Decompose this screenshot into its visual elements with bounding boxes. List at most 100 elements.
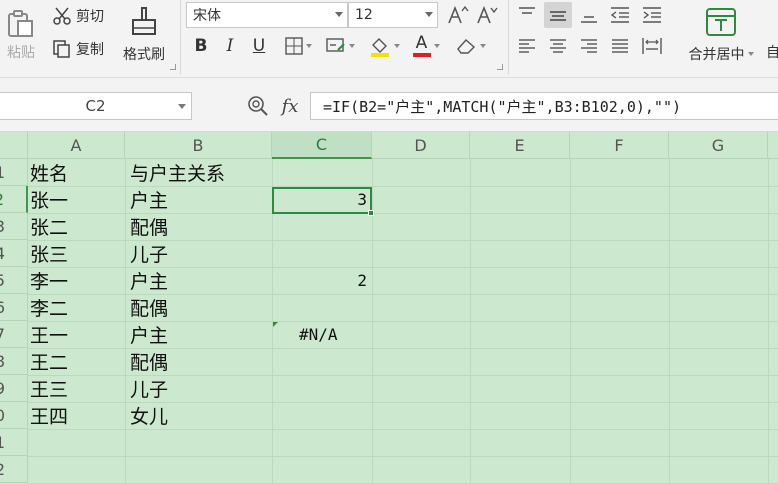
font-size-select[interactable]: 12	[348, 2, 438, 28]
column-header-d[interactable]: D	[372, 132, 470, 159]
name-box[interactable]: C2	[0, 92, 192, 120]
row-header[interactable]: 1	[0, 159, 28, 186]
row-header[interactable]: 3	[0, 213, 28, 240]
underline-button[interactable]: U	[248, 34, 270, 58]
column-header-e[interactable]: E	[470, 132, 570, 159]
cell-a7[interactable]: 王一	[30, 321, 125, 348]
cell-a5[interactable]: 李一	[30, 267, 125, 294]
cell-c7[interactable]: #N/A	[272, 321, 372, 348]
distributed-align-button[interactable]	[638, 34, 666, 58]
border-button[interactable]	[280, 34, 316, 58]
decrease-indent-button[interactable]	[606, 2, 634, 28]
column-header-g[interactable]: G	[669, 132, 768, 159]
ribbon-separator	[508, 0, 509, 74]
chevron-down-icon	[425, 12, 433, 17]
zoom-formula-button[interactable]	[246, 94, 270, 118]
insert-function-button[interactable]: fx	[276, 92, 304, 120]
bold-button[interactable]: B	[190, 34, 212, 58]
cell-b10[interactable]: 女儿	[130, 402, 272, 429]
row-header[interactable]: 5	[0, 267, 28, 294]
font-color-label: A	[415, 33, 428, 53]
decrease-font-icon	[477, 5, 498, 24]
row-header[interactable]: 10	[0, 402, 28, 429]
align-top-button[interactable]	[514, 2, 540, 28]
justify-icon	[612, 39, 628, 53]
cell-b2[interactable]: 户主	[130, 186, 272, 213]
align-top-icon	[519, 7, 535, 14]
italic-button[interactable]: I	[219, 34, 241, 58]
align-center-button[interactable]	[544, 34, 572, 58]
increase-indent-button[interactable]	[638, 2, 666, 28]
cell-a2[interactable]: 张一	[30, 186, 125, 213]
align-middle-button[interactable]	[544, 2, 572, 28]
cell-b8[interactable]: 配偶	[130, 348, 272, 375]
paste-button[interactable]: 粘贴	[0, 2, 42, 68]
cell-c5[interactable]: 2	[272, 267, 372, 294]
row-header[interactable]: 12	[0, 456, 28, 483]
fill-color-button[interactable]	[364, 34, 404, 58]
row-header[interactable]: 2	[0, 186, 28, 213]
format-painter-button[interactable]: 格式刷	[118, 2, 170, 68]
clear-format-button[interactable]	[450, 34, 490, 58]
cell-a10[interactable]: 王四	[30, 402, 125, 429]
cell-b4[interactable]: 儿子	[130, 240, 272, 267]
column-header-next[interactable]	[768, 132, 778, 159]
merge-center-button[interactable]: 合并居中	[680, 2, 762, 68]
align-right-button[interactable]	[576, 34, 602, 58]
font-name-select[interactable]: 宋体	[186, 2, 348, 28]
align-center-icon	[550, 39, 566, 53]
cell-a8[interactable]: 王二	[30, 348, 125, 375]
font-group-launcher[interactable]	[497, 64, 503, 70]
chevron-down-icon	[335, 12, 343, 17]
copy-button[interactable]: 复制	[52, 37, 112, 61]
cell-b1[interactable]: 与户主关系	[130, 159, 272, 186]
fx-icon: fx	[281, 95, 299, 117]
row-header[interactable]: 7	[0, 321, 28, 348]
distribute-icon	[642, 38, 662, 54]
clipboard-group-launcher[interactable]	[170, 64, 176, 70]
italic-label: I	[226, 36, 234, 56]
cell-b6[interactable]: 配偶	[130, 294, 272, 321]
justify-button[interactable]	[606, 34, 634, 58]
wrap-text-button[interactable]: 自	[766, 40, 778, 64]
cut-button[interactable]: 剪切	[52, 4, 112, 28]
name-box-value: C2	[85, 97, 106, 115]
column-header-f[interactable]: F	[570, 132, 669, 159]
merge-center-label: 合并居中	[688, 47, 745, 63]
gridline	[28, 429, 778, 430]
column-header-c[interactable]: C	[272, 132, 372, 159]
row-header[interactable]: 6	[0, 294, 28, 321]
row-header[interactable]: 4	[0, 240, 28, 267]
fill-handle[interactable]	[368, 210, 374, 216]
column-header-b[interactable]: B	[125, 132, 272, 159]
align-left-button[interactable]	[514, 34, 540, 58]
formula-input[interactable]: =IF(B2="户主",MATCH("户主",B3:B102,0),"")	[310, 92, 778, 120]
ribbon-toolbar: 粘贴 剪切 复制 格式刷 宋体 12 B I U A 合并居中 自	[0, 0, 778, 78]
column-header-a[interactable]: A	[28, 132, 125, 159]
cell-style-icon	[325, 38, 345, 52]
cell-a4[interactable]: 张三	[30, 240, 125, 267]
align-middle-icon	[550, 11, 566, 21]
merge-center-caption: 合并居中	[689, 44, 754, 64]
increase-font-size-button[interactable]	[446, 2, 470, 28]
select-all-corner[interactable]	[0, 132, 28, 159]
conditional-fill-button[interactable]	[322, 34, 358, 58]
decrease-font-size-button[interactable]	[475, 2, 499, 28]
cell-a1[interactable]: 姓名	[30, 159, 125, 186]
error-indicator-icon[interactable]	[273, 322, 278, 327]
cell-b9[interactable]: 儿子	[130, 375, 272, 402]
font-color-button[interactable]: A	[408, 34, 444, 58]
row-header[interactable]: 9	[0, 375, 28, 402]
font-color-glyph: A	[412, 33, 431, 57]
cell-b7[interactable]: 户主	[130, 321, 272, 348]
cell-b5[interactable]: 户主	[130, 267, 272, 294]
formula-bar: C2 fx =IF(B2="户主",MATCH("户主",B3:B102,0),…	[0, 78, 778, 132]
row-header[interactable]: 8	[0, 348, 28, 375]
cell-a9[interactable]: 王三	[30, 375, 125, 402]
chevron-down-icon	[348, 44, 355, 48]
cell-a6[interactable]: 李二	[30, 294, 125, 321]
cell-b3[interactable]: 配偶	[130, 213, 272, 240]
cell-a3[interactable]: 张二	[30, 213, 125, 240]
align-bottom-button[interactable]	[576, 2, 602, 28]
row-header[interactable]: 11	[0, 429, 28, 456]
